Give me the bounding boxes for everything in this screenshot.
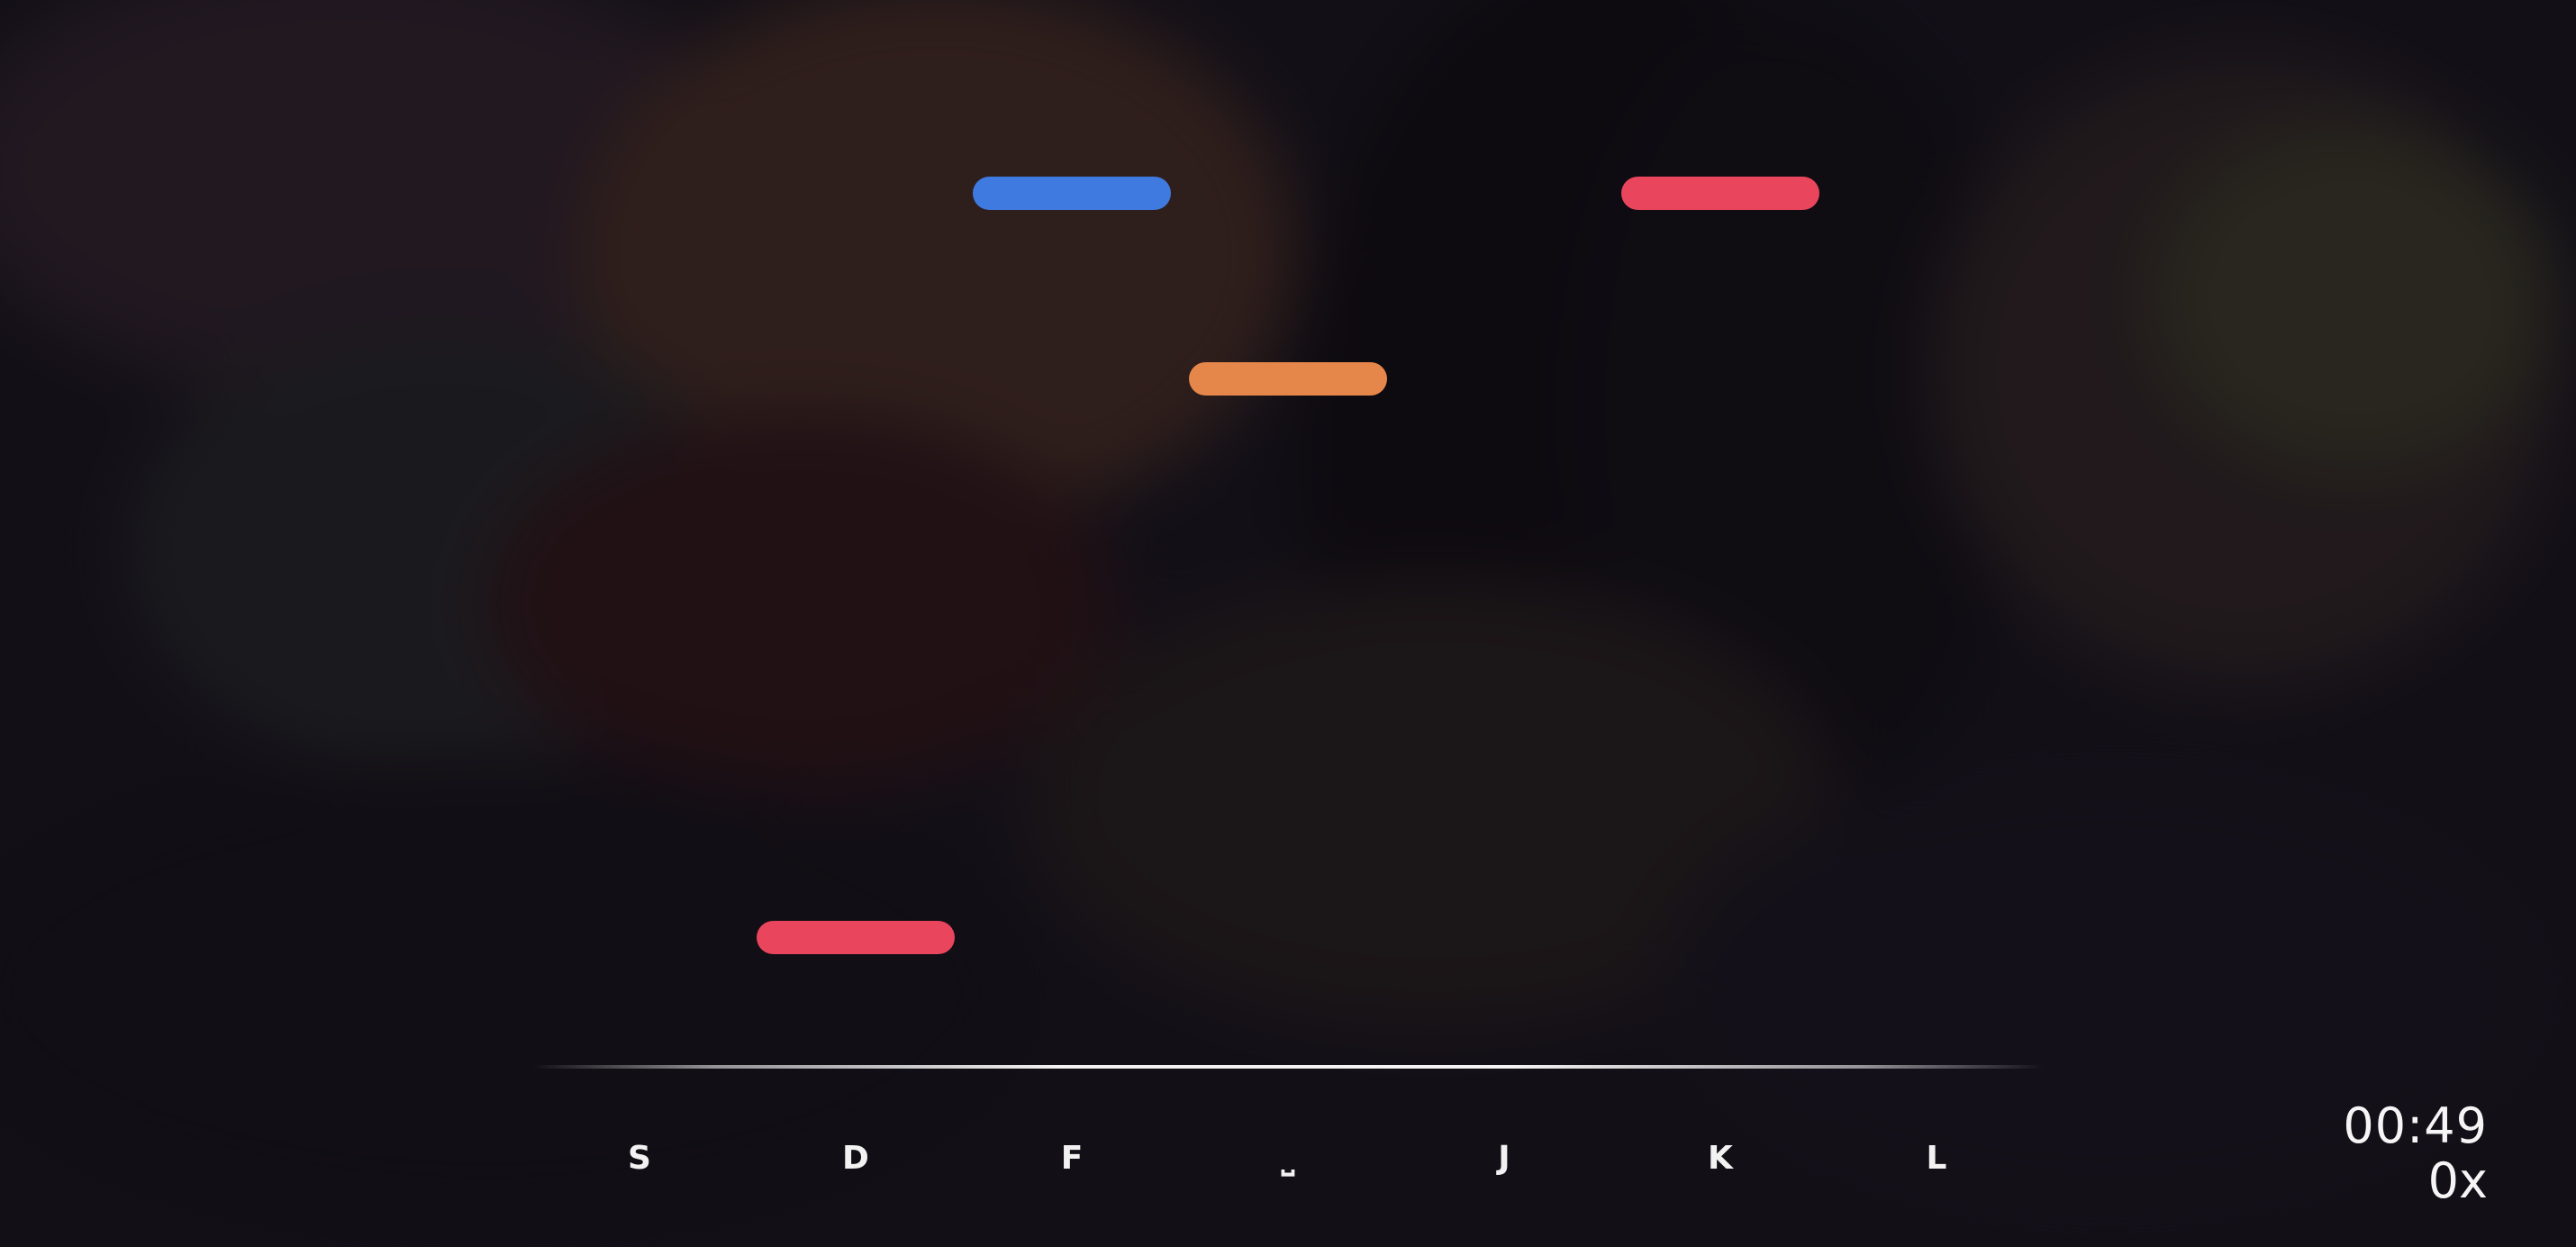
lane-key-k[interactable]: K: [1621, 1137, 1819, 1180]
lane-key-s[interactable]: S: [540, 1137, 739, 1180]
lane-key-j[interactable]: J: [1405, 1137, 1603, 1180]
note-lane-3: [1189, 362, 1387, 396]
combo-counter: 0x: [2427, 1152, 2488, 1209]
note-lane-5: [1621, 177, 1819, 210]
lane-key-d[interactable]: D: [757, 1137, 955, 1180]
note-lane-1: [757, 921, 955, 954]
lane-key-f[interactable]: F: [973, 1137, 1171, 1180]
game-stage[interactable]: S D F ⎵ J K L 00:49 0x: [0, 0, 2576, 1247]
lane-key-l[interactable]: L: [1837, 1137, 2036, 1180]
lane-key-space[interactable]: ⎵: [1189, 1137, 1387, 1180]
dim-overlay: [0, 0, 2576, 1247]
note-lane-2: [973, 177, 1171, 210]
timer-display: 00:49: [2343, 1097, 2488, 1154]
hit-line: [531, 1065, 2045, 1069]
hud: 00:49 0x: [2343, 1097, 2488, 1207]
